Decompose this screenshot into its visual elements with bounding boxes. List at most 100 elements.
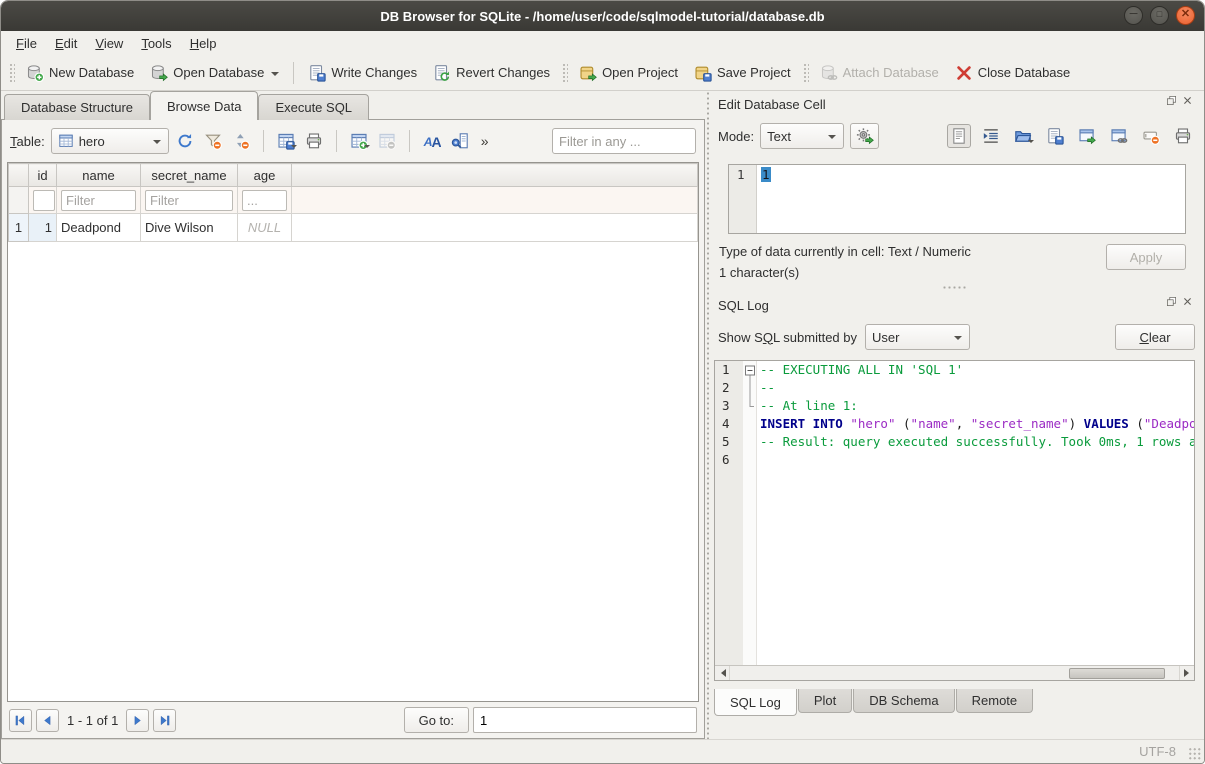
open-external-icon <box>1078 127 1096 145</box>
log-line-number: 2 <box>715 379 743 397</box>
toolbar-overflow-chevron[interactable]: » <box>478 133 492 149</box>
filter-any-input[interactable] <box>552 128 696 154</box>
import-data-button[interactable] <box>1011 124 1035 148</box>
filter-input-name[interactable] <box>61 190 136 211</box>
clear-sorting-button[interactable] <box>229 129 253 153</box>
font-button[interactable]: AA <box>420 129 444 153</box>
column-header-id[interactable]: id <box>29 164 57 187</box>
copy-link-button[interactable] <box>1107 124 1131 148</box>
print-cell-button[interactable] <box>1171 124 1195 148</box>
tab-browse-data[interactable]: Browse Data <box>150 91 258 120</box>
insert-record-button[interactable] <box>347 129 371 153</box>
menu-view[interactable]: View <box>86 34 132 53</box>
clear-sort-icon <box>232 132 250 150</box>
refresh-button[interactable] <box>173 129 197 153</box>
sql-log-view: 123456 -- EXECUTING ALL IN 'SQL 1'---- A… <box>714 360 1195 681</box>
clear-filters-button[interactable] <box>201 129 225 153</box>
close-database-button[interactable]: Close Database <box>947 59 1079 87</box>
fold-marker <box>743 379 756 397</box>
edit-cell-close-button[interactable] <box>1182 97 1195 110</box>
write-changes-button[interactable]: Write Changes <box>300 59 425 87</box>
open-database-button[interactable]: Open Database <box>142 59 287 87</box>
open-external-button[interactable] <box>1075 124 1099 148</box>
dock-tab-plot[interactable]: Plot <box>798 689 852 713</box>
column-header-secret_name[interactable]: secret_name <box>141 164 238 187</box>
sql-log-dock-title: SQL Log <box>714 294 1195 316</box>
column-header-age[interactable]: age <box>238 164 292 187</box>
toolbar-grip[interactable] <box>561 62 568 84</box>
scroll-right-arrow[interactable] <box>1179 666 1194 680</box>
revert-changes-button[interactable]: Revert Changes <box>425 59 558 87</box>
first-record-button[interactable] <box>9 709 32 732</box>
log-line: -- <box>760 379 1194 397</box>
edit-cell-float-button[interactable] <box>1166 97 1179 110</box>
menu-help[interactable]: Help <box>181 34 226 53</box>
cell-secret_name[interactable]: Dive Wilson <box>141 214 238 242</box>
cell-age[interactable]: NULL <box>238 214 292 242</box>
right-pane: Edit Database Cell Mode: Text <box>710 91 1204 739</box>
record-navigation: 1 - 1 of 1 Go to: <box>2 702 704 738</box>
titlebar[interactable]: DB Browser for SQLite - /home/user/code/… <box>1 1 1204 31</box>
menu-tools[interactable]: Tools <box>132 34 180 53</box>
export-data-button[interactable] <box>1043 124 1067 148</box>
toolbar-grip[interactable] <box>8 62 15 84</box>
tab-database-structure[interactable]: Database Structure <box>4 94 150 120</box>
auto-switch-mode-button[interactable] <box>850 123 879 149</box>
table-label: Table: <box>10 134 45 149</box>
print-table-button[interactable] <box>302 129 326 153</box>
filter-input-secret_name[interactable] <box>145 190 233 211</box>
menu-edit[interactable]: Edit <box>46 34 86 53</box>
text-mode-button[interactable] <box>947 124 971 148</box>
export-table-button[interactable] <box>274 129 298 153</box>
main-tabbar: Database Structure Browse Data Execute S… <box>1 91 705 120</box>
nav-first-icon <box>14 714 27 727</box>
dock-tab-db-schema[interactable]: DB Schema <box>853 689 954 713</box>
sql-log-float-button[interactable] <box>1166 298 1179 311</box>
cell-id[interactable]: 1 <box>29 214 57 242</box>
log-horizontal-scrollbar[interactable] <box>715 665 1194 680</box>
toolbar-grip[interactable] <box>802 62 809 84</box>
scrollbar-thumb[interactable] <box>1069 668 1165 679</box>
row-number[interactable]: 1 <box>9 214 29 242</box>
column-header-name[interactable]: name <box>57 164 141 187</box>
log-fold-margin[interactable] <box>743 361 757 665</box>
cell-editor[interactable]: 1 1 <box>728 164 1186 234</box>
find-button[interactable] <box>448 129 472 153</box>
nav-last-icon <box>158 714 171 727</box>
cell-name[interactable]: Deadpond <box>57 214 141 242</box>
minimize-button[interactable]: ─ <box>1124 6 1143 25</box>
save-project-button[interactable]: Save Project <box>686 59 799 87</box>
set-null-button[interactable] <box>1139 124 1163 148</box>
next-record-button[interactable] <box>126 709 149 732</box>
goto-input[interactable] <box>473 707 697 733</box>
dock-splitter[interactable] <box>714 280 1195 294</box>
scroll-left-arrow[interactable] <box>715 666 730 680</box>
mode-select[interactable]: Text <box>760 123 844 149</box>
close-button[interactable]: ✕ <box>1176 6 1195 25</box>
grid-corner[interactable] <box>9 164 29 187</box>
filter-input-id[interactable] <box>33 190 55 211</box>
clear-log-button[interactable]: Clear <box>1115 324 1195 350</box>
word-wrap-button[interactable] <box>979 124 1003 148</box>
dock-tab-remote[interactable]: Remote <box>956 689 1034 713</box>
tab-execute-sql[interactable]: Execute SQL <box>258 94 369 120</box>
edit-cell-dock-title: Edit Database Cell <box>714 93 1195 115</box>
table-select[interactable]: hero <box>51 128 169 154</box>
filter-input-age[interactable] <box>242 190 287 211</box>
grid-filter-row <box>9 187 698 214</box>
goto-button[interactable]: Go to: <box>404 707 469 733</box>
open-project-button[interactable]: Open Project <box>571 59 686 87</box>
sql-log-close-button[interactable] <box>1182 298 1195 311</box>
menu-file[interactable]: File <box>7 34 46 53</box>
dock-close-icon <box>1182 95 1195 113</box>
previous-record-button[interactable] <box>36 709 59 732</box>
resize-grip[interactable] <box>1188 747 1201 760</box>
open-database-dropdown-caret[interactable] <box>271 72 279 80</box>
log-line-number: 4 <box>715 415 743 433</box>
dock-tab-sql-log[interactable]: SQL Log <box>714 689 797 716</box>
maximize-button[interactable]: □ <box>1150 6 1169 25</box>
last-record-button[interactable] <box>153 709 176 732</box>
submitted-by-select[interactable]: User <box>865 324 970 350</box>
fold-marker[interactable] <box>743 361 756 379</box>
new-database-button[interactable]: New Database <box>18 59 142 87</box>
